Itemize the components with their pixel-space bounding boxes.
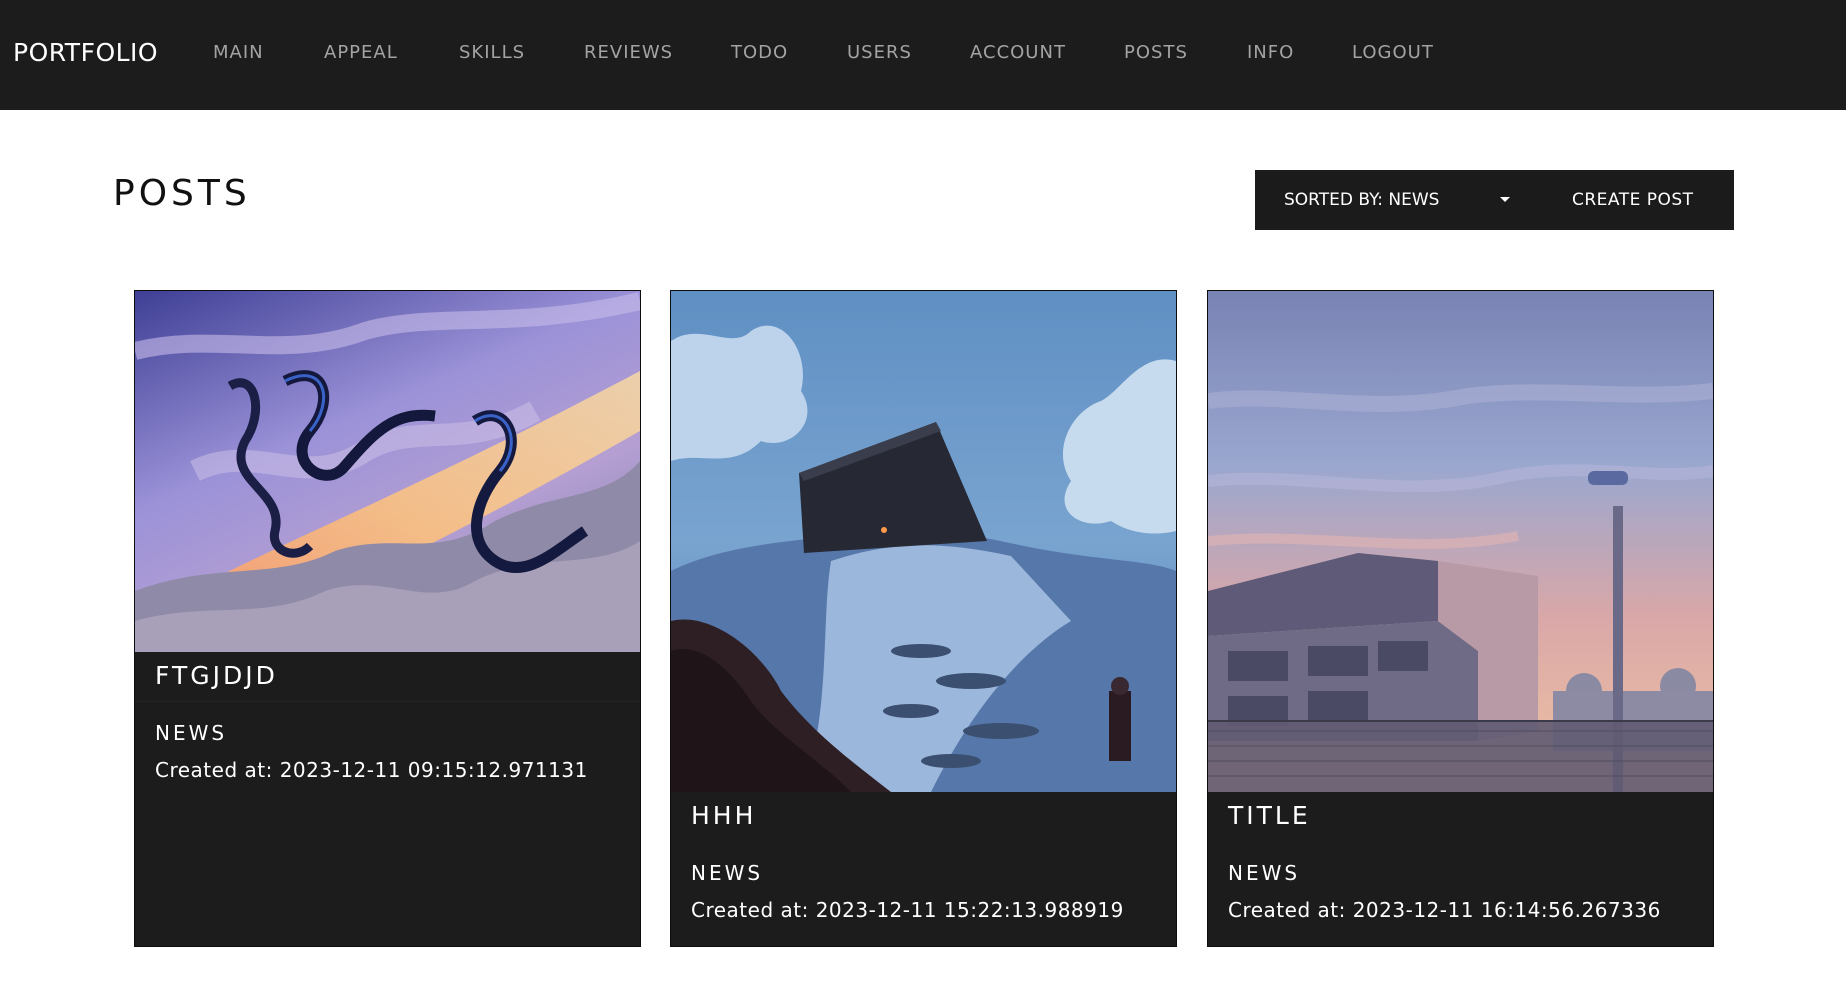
nav-item-account[interactable]: ACCOUNT: [970, 42, 1066, 63]
create-post-label: CREATE POST: [1572, 190, 1694, 210]
post-created-at: Created at: 2023-12-11 16:14:56.267336: [1228, 898, 1661, 922]
card-divider: [135, 701, 640, 702]
top-navbar: PORTFOLIO MAIN APPEAL SKILLS REVIEWS TOD…: [0, 0, 1846, 110]
posts-toolbar: SORTED BY: NEWS CREATE POST: [1255, 170, 1734, 230]
post-created-at: Created at: 2023-12-11 09:15:12.971131: [155, 758, 588, 782]
nav-item-logout[interactable]: LOGOUT: [1352, 42, 1434, 63]
post-title[interactable]: HHH: [691, 801, 756, 830]
post-category: NEWS: [691, 861, 764, 885]
post-category: NEWS: [1228, 861, 1301, 885]
nav-item-todo[interactable]: TODO: [731, 42, 788, 63]
post-title[interactable]: FTGJDJD: [155, 661, 278, 690]
nav-item-skills[interactable]: SKILLS: [459, 42, 525, 63]
sort-dropdown-label: SORTED BY: NEWS: [1284, 190, 1440, 210]
nav-item-main[interactable]: MAIN: [213, 42, 264, 63]
caret-down-icon: [1500, 197, 1510, 202]
nav-item-posts[interactable]: POSTS: [1124, 42, 1188, 63]
post-created-at: Created at: 2023-12-11 15:22:13.988919: [691, 898, 1124, 922]
nav-item-info[interactable]: INFO: [1247, 42, 1294, 63]
post-image-building-sunset[interactable]: [1208, 291, 1713, 792]
post-title[interactable]: TITLE: [1228, 801, 1311, 830]
post-card-3[interactable]: TITLE NEWS Created at: 2023-12-11 16:14:…: [1207, 290, 1714, 947]
nav-item-appeal[interactable]: APPEAL: [324, 42, 398, 63]
nav-item-reviews[interactable]: REVIEWS: [584, 42, 673, 63]
page-title: POSTS: [113, 173, 251, 214]
post-image-dragons[interactable]: [135, 291, 640, 652]
sort-dropdown[interactable]: SORTED BY: NEWS: [1255, 170, 1525, 230]
post-card-2[interactable]: HHH NEWS Created at: 2023-12-11 15:22:13…: [670, 290, 1177, 947]
post-card-1[interactable]: FTGJDJD NEWS Created at: 2023-12-11 09:1…: [134, 290, 641, 947]
create-post-button[interactable]: CREATE POST: [1555, 170, 1734, 230]
post-image-monolith[interactable]: [671, 291, 1176, 792]
brand-logo[interactable]: PORTFOLIO: [13, 38, 158, 67]
post-category: NEWS: [155, 721, 228, 745]
nav-item-users[interactable]: USERS: [847, 42, 912, 63]
